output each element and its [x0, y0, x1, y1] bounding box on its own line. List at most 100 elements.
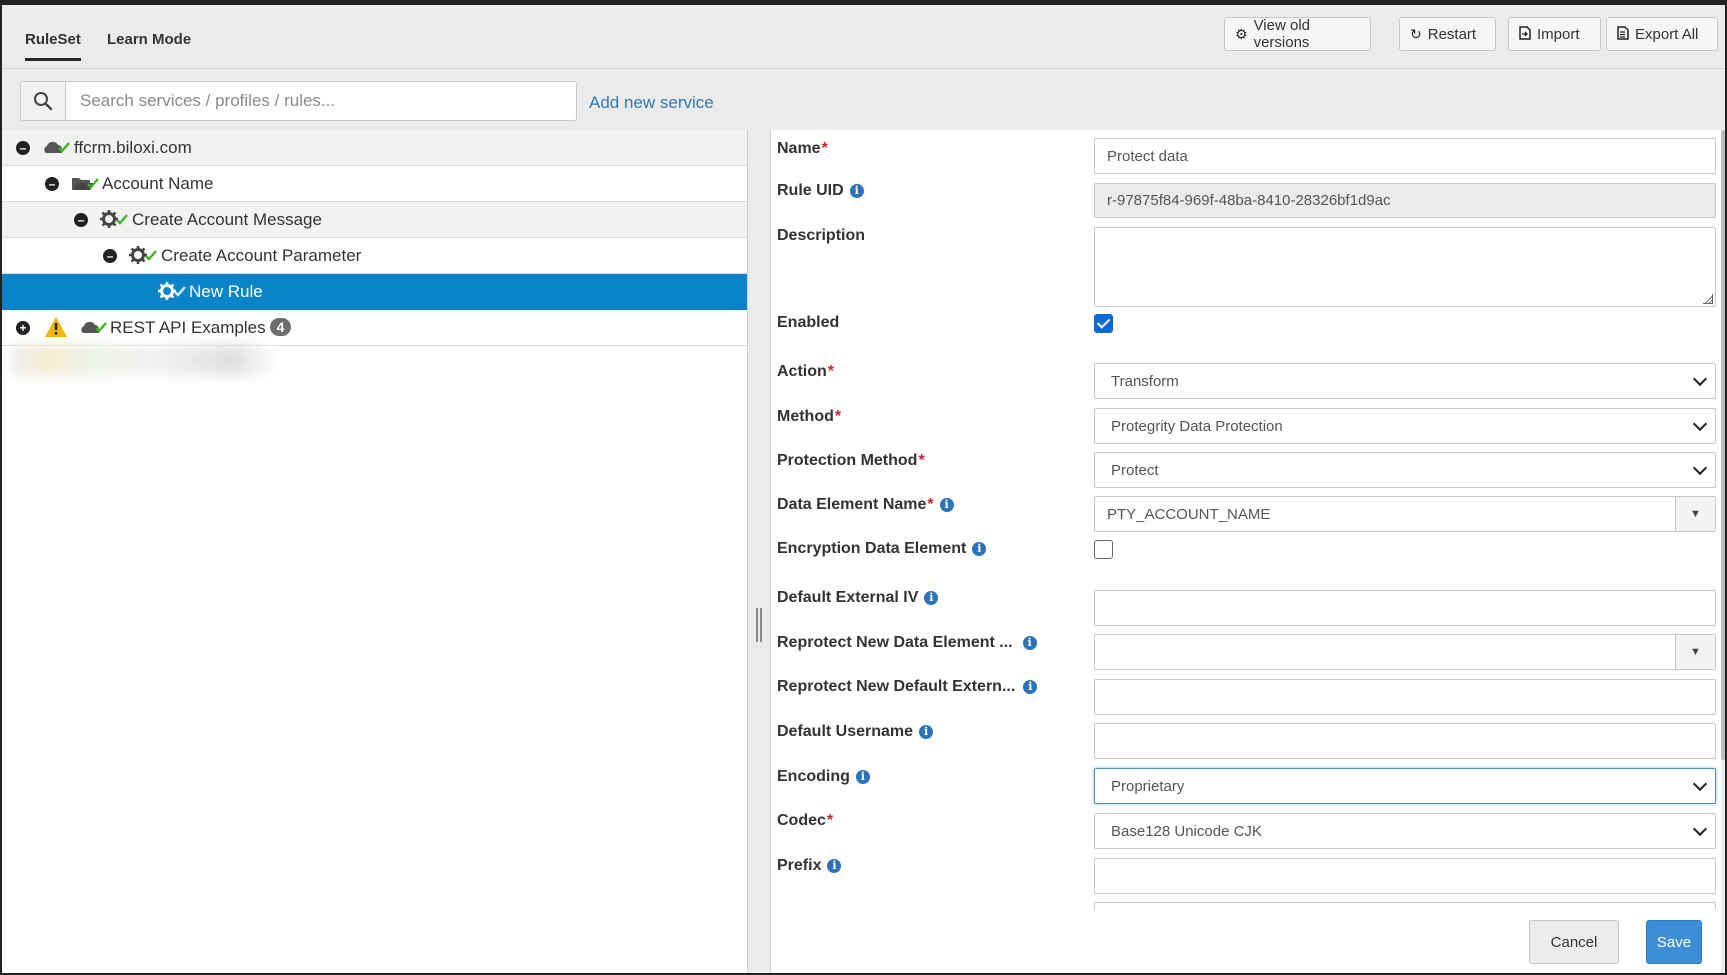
tree-item-service[interactable]: – ffcrm.biloxi.com [2, 130, 747, 166]
tree-item-profile[interactable]: – Account Name [2, 166, 747, 202]
search-row: Add new service [2, 70, 752, 130]
export-all-label: Export All [1635, 25, 1699, 43]
gear-icon: ⚙ [1235, 25, 1248, 42]
caret-down-icon[interactable]: ▼ [1675, 497, 1715, 531]
info-icon: i [972, 542, 987, 556]
info-icon: i [1023, 680, 1038, 694]
drag-handle-icon[interactable] [756, 608, 762, 642]
chevron-down-icon [1692, 821, 1708, 837]
data-element-name-label: Data Element Name * i [777, 496, 954, 514]
search-icon[interactable] [20, 81, 65, 121]
reprotect-new-data-element-combobox[interactable]: ▼ [1094, 634, 1716, 670]
info-icon: i [939, 498, 954, 512]
reprotect-new-data-element-label: Reprotect New Data Element ... i [777, 634, 1037, 652]
next-field-partial[interactable] [1094, 902, 1716, 910]
info-icon: i [924, 591, 939, 605]
collapse-icon[interactable]: – [103, 249, 117, 263]
tab-learn-mode[interactable]: Learn Mode [107, 31, 191, 48]
enabled-label: Enabled [777, 314, 840, 331]
expand-icon[interactable]: + [16, 321, 30, 335]
collapse-icon[interactable]: – [16, 141, 30, 155]
tree-item-rule[interactable]: New Rule [2, 274, 747, 310]
info-icon: i [919, 725, 934, 739]
ruleset-tree: – ffcrm.biloxi.com – Account Name – Crea… [2, 130, 747, 973]
tree-item-text: REST API Examples [110, 318, 266, 337]
export-all-button[interactable]: Export All [1606, 17, 1718, 51]
collapse-icon[interactable]: – [45, 177, 59, 191]
app-window: RuleSet Learn Mode ⚙ View old versions ↻… [0, 0, 1727, 975]
tree-item-parameter[interactable]: – Create Account Parameter [2, 238, 747, 274]
tree-item-label: Account Name [102, 174, 214, 193]
caret-down-icon[interactable]: ▼ [1675, 635, 1715, 669]
data-element-name-combobox[interactable]: PTY_ACCOUNT_NAME ▼ [1094, 496, 1716, 532]
reprotect-new-default-extern-field[interactable] [1094, 679, 1716, 715]
blurred-item [12, 345, 272, 375]
tree-item-service[interactable]: + REST API Examples 4 [2, 310, 747, 346]
chevron-down-icon [1692, 371, 1708, 387]
default-external-iv-field[interactable] [1094, 590, 1716, 626]
codec-label: Codec * [777, 812, 834, 829]
method-select[interactable]: Protegrity Data Protection [1094, 408, 1716, 444]
cancel-button[interactable]: Cancel [1529, 920, 1619, 964]
protection-method-select[interactable]: Protect [1094, 452, 1716, 488]
cloud-icon [79, 318, 109, 341]
name-label: Name * [777, 140, 828, 157]
encryption-data-element-checkbox[interactable] [1094, 540, 1113, 559]
gear-icon [100, 210, 130, 233]
collapse-icon[interactable]: – [74, 213, 88, 227]
top-bar: RuleSet Learn Mode ⚙ View old versions ↻… [2, 5, 1725, 69]
restart-button[interactable]: ↻ Restart [1399, 17, 1496, 51]
panel-splitter[interactable] [747, 130, 771, 973]
save-button[interactable]: Save [1646, 920, 1702, 964]
gear-icon [129, 246, 159, 269]
prefix-label: Prefix i [777, 857, 842, 875]
cloud-icon [42, 138, 72, 161]
tree-item-label: Create Account Parameter [161, 246, 362, 265]
method-label: Method * [777, 408, 842, 425]
view-old-versions-button[interactable]: ⚙ View old versions [1224, 17, 1371, 51]
reprotect-new-default-extern-label: Reprotect New Default Extern... i [777, 678, 1038, 696]
tree-item-label: ffcrm.biloxi.com [74, 138, 192, 157]
info-icon: i [849, 184, 864, 198]
form-footer: Cancel Save [771, 910, 1721, 973]
import-label: Import [1537, 25, 1580, 43]
form-scrollbar[interactable] [1721, 130, 1725, 760]
tree-item-label: New Rule [189, 282, 263, 301]
tab-ruleset[interactable]: RuleSet [25, 31, 81, 61]
add-new-service-link[interactable]: Add new service [589, 93, 714, 113]
default-external-iv-label: Default External IV i [777, 589, 939, 607]
default-username-field[interactable] [1094, 723, 1716, 759]
import-file-icon [1519, 25, 1531, 43]
encoding-select[interactable]: Proprietary [1094, 768, 1716, 804]
name-field[interactable]: Protect data [1094, 138, 1716, 174]
refresh-icon: ↻ [1410, 25, 1422, 42]
import-button[interactable]: Import [1508, 17, 1601, 51]
description-label: Description [777, 227, 866, 244]
info-icon: i [855, 770, 870, 784]
restart-label: Restart [1427, 25, 1477, 43]
info-icon: i [827, 859, 842, 873]
codec-select[interactable]: Base128 Unicode CJK [1094, 813, 1716, 849]
info-icon: i [1022, 636, 1037, 650]
description-textarea[interactable] [1094, 227, 1716, 307]
tree-item-label: REST API Examples 4 [110, 318, 292, 338]
resize-handle-icon[interactable] [1703, 294, 1713, 304]
folder-open-icon [71, 174, 101, 197]
search-input[interactable] [65, 81, 577, 121]
protection-method-label: Protection Method * [777, 452, 925, 469]
encoding-label: Encoding i [777, 768, 870, 786]
export-file-icon [1617, 25, 1629, 43]
prefix-field[interactable] [1094, 858, 1716, 894]
tree-item-message[interactable]: – Create Account Message [2, 202, 747, 238]
encryption-data-element-label: Encryption Data Element i [777, 540, 987, 558]
warning-icon [44, 316, 68, 343]
rule-uid-label: Rule UID i [777, 182, 864, 200]
rule-form: Name * Protect data Rule UID i r-97875f84-… [771, 130, 1721, 910]
default-username-label: Default Username i [777, 723, 934, 741]
chevron-down-icon [1692, 776, 1708, 792]
enabled-checkbox[interactable] [1094, 314, 1113, 333]
tree-item-label: Create Account Message [132, 210, 322, 229]
view-old-versions-label: View old versions [1253, 17, 1310, 51]
action-select[interactable]: Transform [1094, 363, 1716, 399]
rule-uid-field: r-97875f84-969f-48ba-8410-28326bf1d9ac [1094, 183, 1716, 218]
